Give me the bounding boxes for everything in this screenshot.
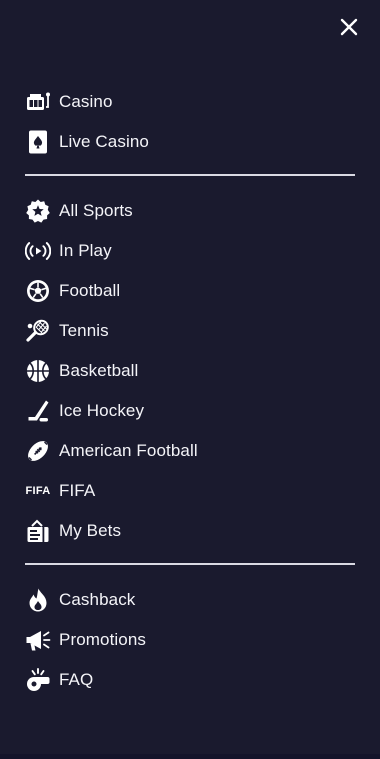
menu-item-label: Ice Hockey (59, 401, 145, 420)
soccer-ball-icon (25, 278, 51, 304)
menu-item-label: In Play (59, 241, 112, 260)
menu-item-label: Cashback (59, 590, 136, 609)
menu-item-american-football[interactable]: American Football (0, 431, 380, 471)
menu-item-label: Live Casino (59, 132, 149, 151)
menu-item-label: FIFA (59, 481, 96, 500)
menu-item-football[interactable]: Football (0, 271, 380, 311)
menu-item-label: American Football (59, 441, 198, 460)
menu-item-my-bets[interactable]: My Bets (0, 511, 380, 551)
menu-item-tennis[interactable]: Tennis (0, 311, 380, 351)
slot-machine-icon (25, 89, 51, 115)
fifa-logo-icon: FIFA (25, 478, 51, 504)
menu-item-casino[interactable]: Casino (0, 82, 380, 122)
menu-item-label: FAQ (59, 670, 94, 689)
basketball-icon (25, 358, 51, 384)
menu-item-live-casino[interactable]: Live Casino (0, 122, 380, 162)
flame-icon (25, 587, 51, 613)
menu-item-label: Basketball (59, 361, 139, 380)
playing-card-icon (25, 129, 51, 155)
close-icon (340, 18, 358, 36)
menu-item-label: Promotions (59, 630, 146, 649)
whistle-icon (25, 667, 51, 693)
menu-item-label: Tennis (59, 321, 109, 340)
menu-item-in-play[interactable]: In Play (0, 231, 380, 271)
menu-item-promotions[interactable]: Promotions (0, 620, 380, 660)
menu-item-label: All Sports (59, 201, 133, 220)
menu-item-label: My Bets (59, 521, 122, 540)
menu-item-fifa[interactable]: FIFA FIFA (0, 471, 380, 511)
megaphone-icon (25, 627, 51, 653)
sports-star-icon (25, 198, 51, 224)
american-football-icon (25, 438, 51, 464)
menu-item-faq[interactable]: FAQ (0, 660, 380, 700)
close-button[interactable] (336, 14, 362, 40)
bottom-bar (0, 754, 380, 759)
fifa-logo-text: FIFA (25, 485, 51, 497)
menu-item-ice-hockey[interactable]: Ice Hockey (0, 391, 380, 431)
bet-slip-icon (25, 518, 51, 544)
menu-item-cashback[interactable]: Cashback (0, 580, 380, 620)
menu-item-all-sports[interactable]: All Sports (0, 191, 380, 231)
tennis-racket-icon (25, 318, 51, 344)
hockey-stick-icon (25, 398, 51, 424)
menu-item-label: Casino (59, 92, 113, 111)
menu-item-basketball[interactable]: Basketball (0, 351, 380, 391)
side-menu: Casino Live Casino All Sports In Play Fo… (0, 82, 380, 700)
broadcast-icon (25, 238, 51, 264)
section-divider (25, 563, 355, 565)
menu-item-label: Football (59, 281, 121, 300)
section-divider (25, 174, 355, 176)
